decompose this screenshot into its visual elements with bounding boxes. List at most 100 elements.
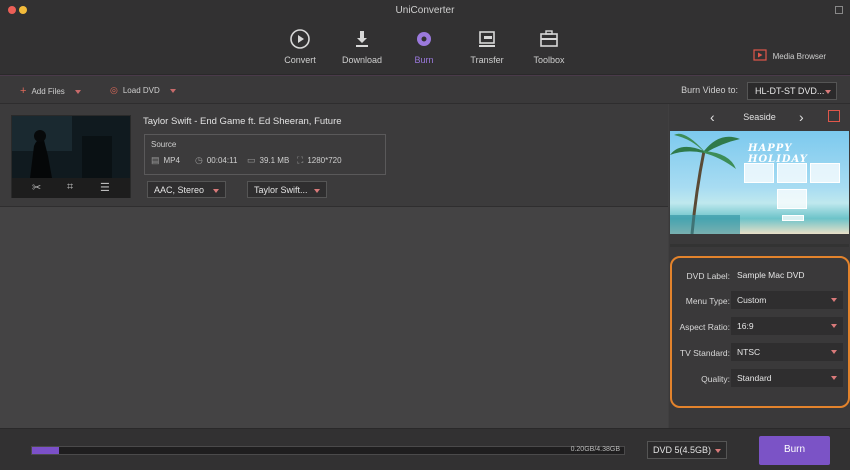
- video-thumbnail[interactable]: ✂ ⌗ ☰: [11, 115, 131, 198]
- aspect-ratio-row: Aspect Ratio: 16:9: [672, 317, 848, 335]
- edit-template-icon[interactable]: [828, 110, 840, 122]
- tv-standard-select[interactable]: NTSC: [731, 343, 843, 361]
- subtitle-select[interactable]: Taylor Swift...: [247, 181, 327, 198]
- tab-download[interactable]: Download: [332, 27, 392, 65]
- burn-target-select[interactable]: HL-DT-ST DVD...: [747, 82, 837, 100]
- add-files-label: Add Files: [31, 87, 65, 96]
- effects-icon[interactable]: ☰: [100, 181, 110, 194]
- bottom-bar: 0.20GB/4.38GB DVD 5(4.5GB) Burn: [0, 428, 850, 470]
- chevron-down-icon: [831, 324, 837, 328]
- tab-download-label: Download: [341, 55, 383, 65]
- burn-icon: [417, 32, 431, 46]
- media-browser-button[interactable]: Media Browser: [753, 49, 826, 61]
- quality-select[interactable]: Standard: [731, 369, 843, 387]
- preview-title: HAPPY HOLIDAY: [748, 143, 808, 165]
- preview-nav-buttons: [782, 215, 804, 221]
- aspect-ratio-select[interactable]: 16:9: [731, 317, 843, 335]
- trim-icon[interactable]: ✂: [32, 181, 41, 194]
- quality-label: Quality:: [701, 374, 730, 384]
- chevron-down-icon: [169, 88, 176, 93]
- tab-transfer-label: Transfer: [470, 55, 504, 65]
- load-dvd-label: Load DVD: [122, 86, 160, 95]
- folder-icon: ▭: [247, 155, 256, 165]
- chevron-down-icon: [715, 449, 721, 453]
- tab-toolbox[interactable]: Toolbox: [519, 27, 579, 65]
- list-item[interactable]: ✂ ⌗ ☰ Taylor Swift - End Game ft. Ed She…: [0, 104, 668, 207]
- dvd-settings: DVD Label: Sample Mac DVD Menu Type: Cus…: [670, 256, 850, 408]
- resolution-value: 1280*720: [307, 156, 342, 165]
- palm-tree-graphic: [670, 133, 740, 234]
- disc-usage-text: 0.20GB/4.38GB: [570, 446, 620, 453]
- next-template-icon[interactable]: ›: [799, 109, 804, 125]
- load-dvd-button[interactable]: ◎ Load DVD: [110, 85, 176, 96]
- chevron-down-icon: [825, 90, 831, 94]
- tab-transfer[interactable]: Transfer: [457, 27, 517, 65]
- fullscreen-icon[interactable]: [835, 6, 843, 14]
- file-list: ✂ ⌗ ☰ Taylor Swift - End Game ft. Ed She…: [0, 104, 668, 428]
- burn-button[interactable]: Burn: [759, 436, 830, 465]
- dvd-icon: ◎: [110, 85, 118, 95]
- chevron-down-icon: [831, 298, 837, 302]
- tab-toolbox-label: Toolbox: [533, 55, 565, 65]
- title-bar: UniConverter: [0, 0, 850, 20]
- thumbnail-image: [12, 116, 130, 178]
- add-files-button[interactable]: + Add Files: [20, 85, 81, 97]
- panel-divider: [670, 244, 849, 247]
- thumbnail-scene: [12, 116, 130, 178]
- source-label: Source: [151, 140, 177, 149]
- chevron-down-icon: [74, 89, 81, 94]
- transfer-icon: [479, 31, 495, 47]
- media-browser-icon: [753, 49, 767, 61]
- toolbox-icon: [540, 30, 558, 47]
- chevron-down-icon: [213, 189, 219, 193]
- crop-icon[interactable]: ⌗: [67, 181, 73, 194]
- preview-thumb-4: [777, 189, 807, 209]
- convert-icon: [290, 29, 310, 49]
- app-title: UniConverter: [395, 5, 455, 16]
- template-preview[interactable]: HAPPY HOLIDAY: [670, 131, 849, 234]
- tv-standard-row: TV Standard: NTSC: [672, 343, 848, 361]
- disc-usage-fill: [32, 447, 60, 454]
- template-name: Seaside: [743, 112, 776, 122]
- dvd-label-label: DVD Label:: [686, 271, 730, 281]
- template-nav: ‹ Seaside ›: [669, 104, 850, 131]
- tab-burn[interactable]: Burn: [394, 27, 454, 65]
- tab-convert[interactable]: Convert: [270, 27, 330, 65]
- film-icon: ▤: [151, 155, 160, 165]
- menu-type-row: Menu Type: Custom: [672, 291, 848, 309]
- clock-icon: ◷: [195, 155, 203, 165]
- audio-track-select[interactable]: AAC, Stereo: [147, 181, 226, 198]
- format-meta: ▤ MP4: [151, 155, 180, 166]
- download-icon: [356, 31, 368, 47]
- thumbnail-toolbar: ✂ ⌗ ☰: [12, 178, 130, 198]
- format-value: MP4: [163, 156, 180, 165]
- main-toolbar: Convert Download Burn Transfer Toolbox M…: [0, 20, 850, 75]
- quality-value: Standard: [737, 373, 772, 383]
- preview-thumb-3: [810, 163, 840, 183]
- menu-type-value: Custom: [737, 295, 767, 305]
- duration-meta: ◷ 00:04:11: [195, 155, 237, 166]
- add-icon: +: [20, 85, 27, 97]
- size-value: 39.1 MB: [259, 156, 290, 165]
- subtitle-value: Taylor Swift...: [254, 185, 308, 195]
- disc-type-value: DVD 5(4.5GB): [653, 445, 712, 455]
- aspect-ratio-label: Aspect Ratio:: [679, 322, 730, 332]
- sub-toolbar: + Add Files ◎ Load DVD Burn Video to: HL-D…: [0, 75, 850, 104]
- resolution-meta: ⛶ 1280*720: [297, 155, 342, 166]
- source-info: Source ▤ MP4 ◷ 00:04:11 ▭ 39.1 MB ⛶ 1280*720: [144, 134, 386, 175]
- file-title: Taylor Swift - End Game ft. Ed Sheeran, …: [143, 116, 342, 127]
- dvd-label-input[interactable]: Sample Mac DVD: [731, 266, 843, 284]
- disc-usage-bar: 0.20GB/4.38GB: [31, 446, 625, 455]
- tab-convert-label: Convert: [284, 55, 316, 65]
- preview-thumb-2: [777, 163, 807, 183]
- disc-type-select[interactable]: DVD 5(4.5GB): [647, 441, 727, 459]
- chevron-down-icon: [831, 376, 837, 380]
- media-browser-label: Media Browser: [772, 52, 826, 61]
- aspect-ratio-value: 16:9: [737, 321, 754, 331]
- menu-type-select[interactable]: Custom: [731, 291, 843, 309]
- menu-type-label: Menu Type:: [685, 296, 730, 306]
- duration-value: 00:04:11: [206, 156, 238, 165]
- quality-row: Quality: Standard: [672, 369, 848, 387]
- preview-thumb-1: [744, 163, 774, 183]
- resolution-icon: ⛶: [297, 155, 304, 165]
